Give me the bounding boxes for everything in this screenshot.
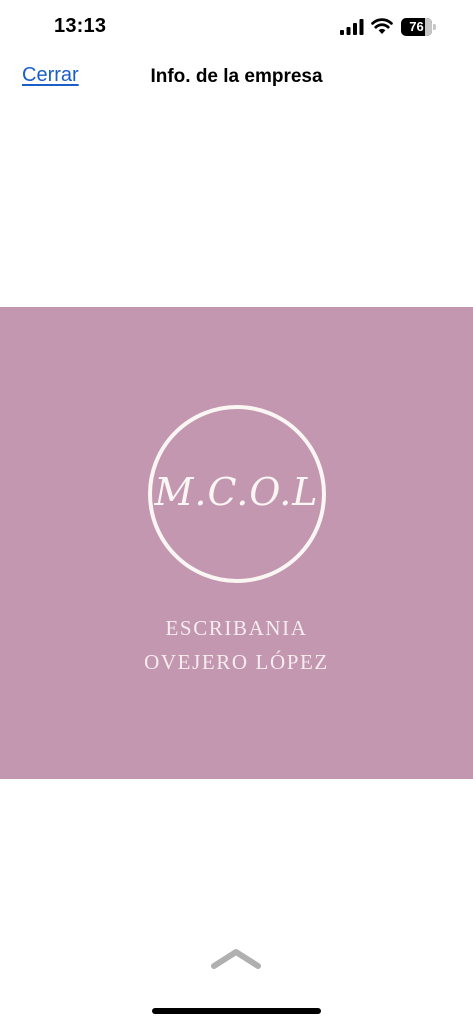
wifi-icon <box>371 18 393 34</box>
chevron-up-icon[interactable] <box>210 946 262 970</box>
battery-icon: 76 <box>401 18 437 36</box>
battery-tip <box>433 24 436 30</box>
battery-body: 76 <box>401 18 432 36</box>
logo-initials: M.C.O.L <box>154 470 319 514</box>
close-button[interactable]: Cerrar <box>22 64 79 87</box>
status-bar: 13:13 76 <box>0 0 473 56</box>
home-indicator[interactable] <box>152 1008 321 1014</box>
logo-text-line1: ESCRIBANIA <box>165 616 308 640</box>
status-time: 13:13 <box>54 15 107 37</box>
battery-level: 76 <box>409 19 424 34</box>
company-logo-image: M.C.O.L ESCRIBANIA OVEJERO LÓPEZ <box>0 307 473 779</box>
signal-icon <box>340 19 364 35</box>
logo-text-line2: OVEJERO LÓPEZ <box>144 650 329 674</box>
